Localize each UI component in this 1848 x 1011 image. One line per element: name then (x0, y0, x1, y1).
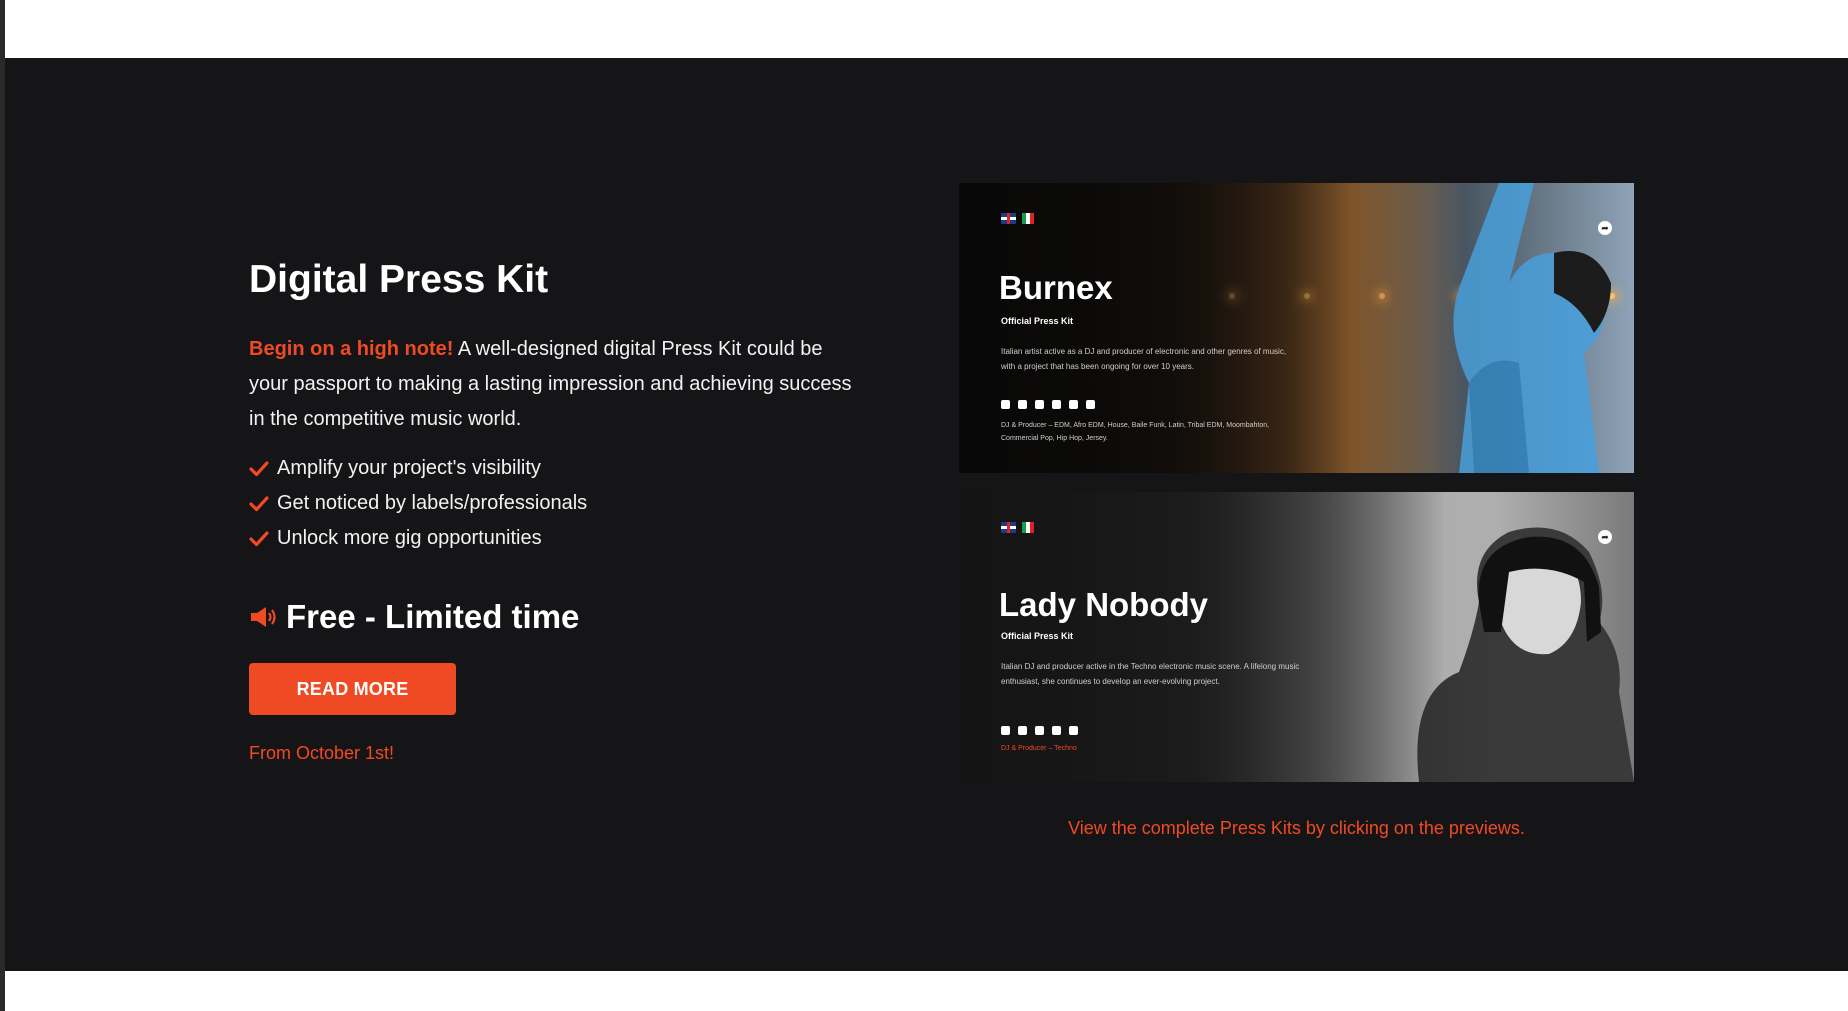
megaphone-icon (251, 607, 276, 627)
language-switch (1001, 522, 1034, 533)
instagram-icon (1001, 400, 1010, 409)
headphones-icon (1018, 726, 1027, 735)
availability-date: From October 1st! (249, 743, 395, 763)
preview-card-lady-nobody[interactable]: ➦ Lady Nobody Official Press Kit Italian… (959, 492, 1634, 782)
italy-flag-icon[interactable] (1022, 213, 1034, 224)
x-icon (1035, 400, 1044, 409)
social-icons (1001, 726, 1078, 735)
instagram-icon (1001, 726, 1010, 735)
artist-name: Lady Nobody (999, 586, 1209, 623)
share-icon[interactable]: ➦ (1598, 530, 1612, 544)
uk-flag-icon[interactable] (1001, 213, 1016, 224)
telegram-icon (1069, 726, 1078, 735)
italy-flag-icon[interactable] (1022, 522, 1034, 533)
social-icons (1001, 400, 1095, 409)
artist-name: Burnex (999, 269, 1113, 306)
uk-flag-icon[interactable] (1001, 522, 1016, 533)
artist-description: Italian artist active as a DJ and produc… (1001, 347, 1287, 371)
language-switch (1001, 213, 1034, 224)
press-kit-section: Digital Press Kit Begin on a high note! … (5, 58, 1848, 971)
feature-list: Amplify your project's visibility Get no… (249, 451, 587, 556)
tiktok-icon (1035, 726, 1044, 735)
section-title: Digital Press Kit (249, 258, 549, 301)
artist-description: Italian DJ and producer active in the Te… (1001, 662, 1300, 686)
intro-paragraph: Begin on a high note! A well-designed di… (249, 332, 859, 437)
spotify-icon (1052, 400, 1061, 409)
feature-item: Unlock more gig opportunities (249, 521, 587, 556)
feature-item: Get noticed by labels/professionals (249, 486, 587, 521)
check-icon (249, 495, 269, 511)
soundcloud-icon (1052, 726, 1061, 735)
artist-subtitle: Official Press Kit (1001, 316, 1074, 326)
check-icon (249, 530, 269, 546)
read-more-button[interactable]: READ MORE (249, 663, 456, 715)
feature-item: Amplify your project's visibility (249, 451, 587, 486)
preview-caption: View the complete Press Kits by clicking… (1068, 818, 1525, 838)
feature-text: Amplify your project's visibility (277, 457, 541, 479)
check-icon (249, 460, 269, 476)
telegram-icon (1086, 400, 1095, 409)
free-label: Free - Limited time (286, 598, 580, 635)
artist-genre: DJ & Producer – Techno (1001, 745, 1077, 752)
soundcloud-icon (1069, 400, 1078, 409)
artist-genre: DJ & Producer – EDM, Afro EDM, House, Ba… (1001, 422, 1270, 442)
preview-card-burnex[interactable]: ➦ Burnex Official Press Kit Italian arti… (959, 183, 1634, 473)
intro-accent: Begin on a high note! (249, 338, 454, 360)
facebook-icon (1018, 400, 1027, 409)
feature-text: Get noticed by labels/professionals (277, 492, 588, 514)
free-offer: Free - Limited time (249, 598, 579, 636)
share-icon[interactable]: ➦ (1598, 221, 1612, 235)
feature-text: Unlock more gig opportunities (277, 527, 542, 549)
artist-subtitle: Official Press Kit (1001, 631, 1074, 641)
